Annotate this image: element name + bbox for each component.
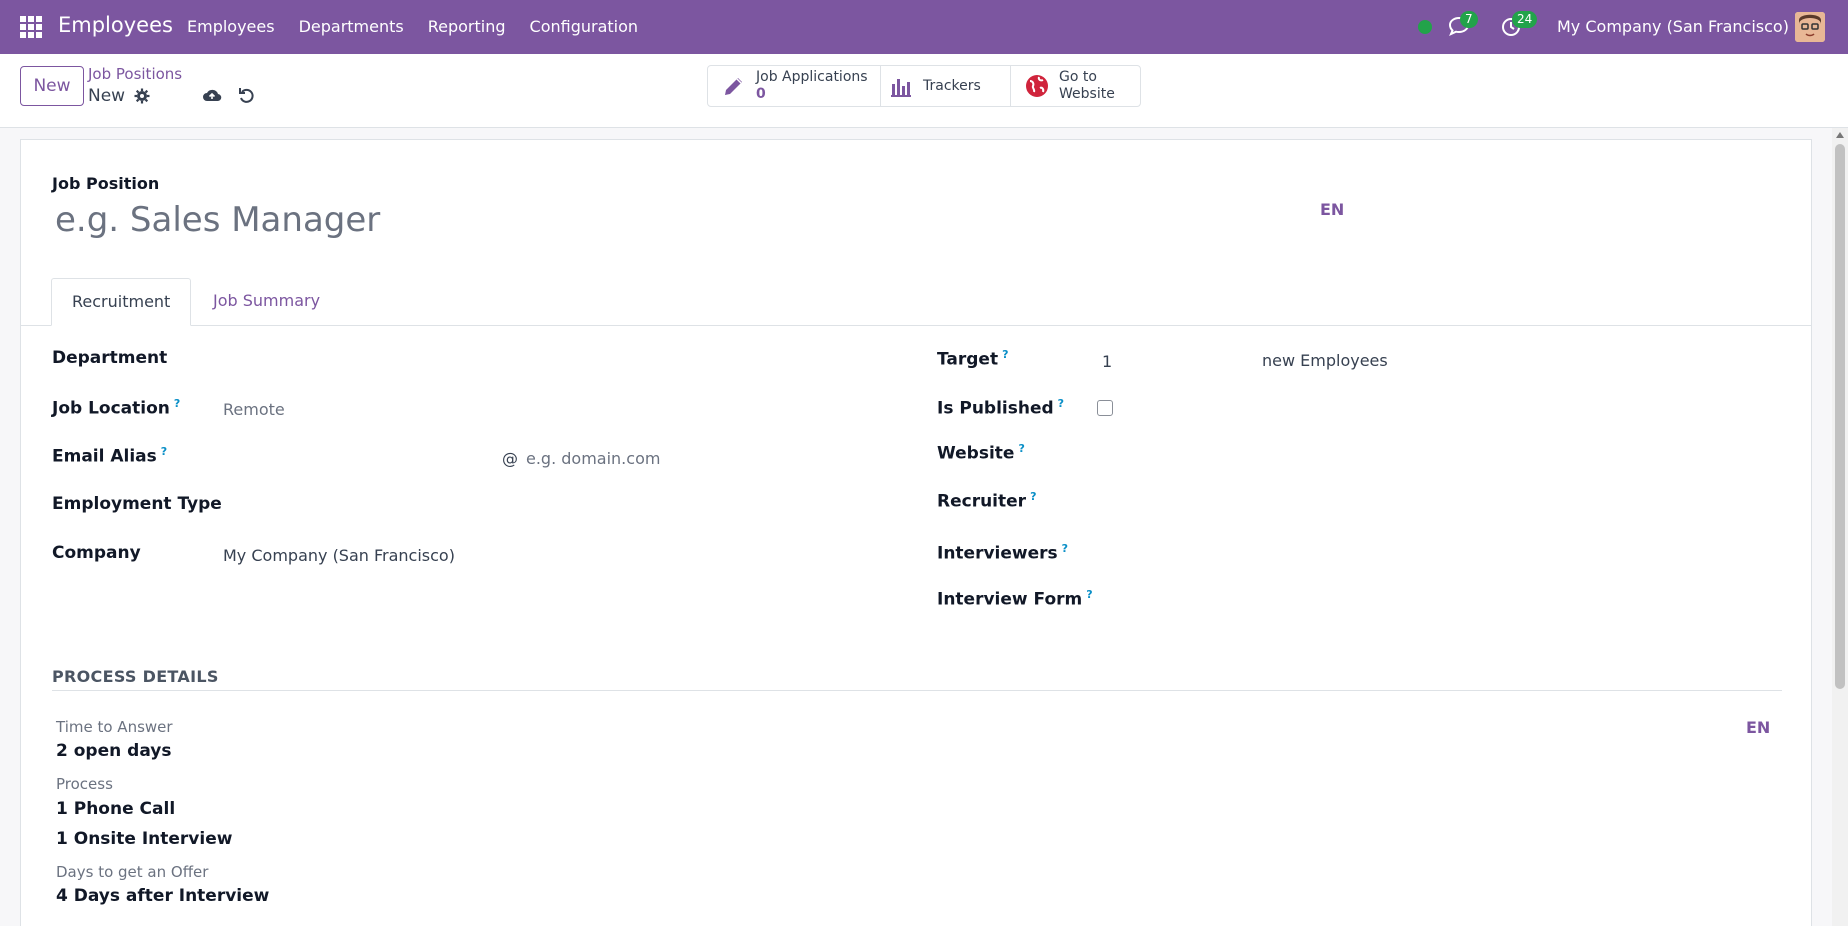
- job-position-label: Job Position: [52, 174, 160, 193]
- breadcrumb-job-positions[interactable]: Job Positions: [88, 65, 182, 83]
- job-location-label: Job Location: [52, 398, 170, 419]
- globe-icon: [1026, 75, 1048, 97]
- translate-button[interactable]: EN: [1320, 200, 1344, 219]
- messages-badge: 7: [1460, 11, 1478, 28]
- app-brand[interactable]: Employees: [58, 13, 173, 37]
- apps-grid-icon[interactable]: [20, 16, 44, 38]
- company-field[interactable]: My Company (San Francisco): [223, 546, 455, 565]
- job-location-input[interactable]: Remote: [223, 400, 285, 419]
- interviewers-label: Interviewers: [937, 543, 1058, 564]
- job-location-help-icon[interactable]: ?: [174, 397, 180, 410]
- top-navbar: Employees Employees Departments Reportin…: [0, 0, 1848, 54]
- interview-form-field-label: Interview Form?: [937, 588, 1093, 610]
- is-published-label: Is Published: [937, 398, 1054, 419]
- tab-recruitment[interactable]: Recruitment: [51, 278, 191, 326]
- scrollbar-thumb[interactable]: [1835, 144, 1845, 689]
- company-label: Company: [52, 543, 141, 563]
- presence-status-icon[interactable]: [1418, 20, 1432, 34]
- email-alias-help-icon[interactable]: ?: [161, 445, 167, 458]
- job-applications-button[interactable]: Job Applications 0: [707, 65, 881, 107]
- main-menu: Employees Departments Reporting Configur…: [187, 17, 662, 36]
- breadcrumb-current: New: [88, 86, 126, 106]
- job-applications-label: Job Applications: [756, 69, 868, 85]
- time-to-answer-label: Time to Answer: [56, 718, 173, 736]
- target-input[interactable]: 1: [1102, 352, 1112, 371]
- interviewers-field[interactable]: [1097, 540, 1757, 566]
- target-help-icon[interactable]: ?: [1002, 348, 1008, 361]
- email-at-sign: @: [502, 449, 518, 468]
- department-label: Department: [52, 348, 168, 368]
- menu-item-employees[interactable]: Employees: [187, 17, 275, 36]
- is-published-help-icon[interactable]: ?: [1058, 397, 1064, 410]
- employment-type-label: Employment Type: [52, 494, 222, 514]
- go-to-website-line2: Website: [1059, 86, 1115, 102]
- website-label: Website: [937, 443, 1015, 464]
- control-panel: New Job Positions New Job Applications 0: [0, 54, 1848, 128]
- process-label: Process: [56, 775, 113, 793]
- interview-form-label: Interview Form: [937, 589, 1083, 610]
- company-switcher[interactable]: My Company (San Francisco): [1557, 17, 1789, 36]
- job-name-input[interactable]: [55, 198, 1255, 242]
- menu-item-reporting[interactable]: Reporting: [428, 17, 506, 36]
- go-to-website-button[interactable]: Go to Website: [1010, 65, 1141, 107]
- time-to-answer-value: 2 open days: [56, 741, 172, 761]
- save-cloud-icon[interactable]: [202, 86, 222, 104]
- target-suffix: new Employees: [1262, 351, 1388, 370]
- menu-item-departments[interactable]: Departments: [299, 17, 404, 36]
- scroll-up-arrow-icon[interactable]: [1836, 132, 1844, 138]
- interview-form-help-icon[interactable]: ?: [1086, 588, 1092, 601]
- pencil-icon: [725, 78, 742, 95]
- page-scrollbar[interactable]: [1832, 128, 1848, 926]
- go-to-website-line1: Go to: [1059, 69, 1097, 85]
- discard-undo-icon[interactable]: [238, 86, 256, 104]
- section-divider: [52, 690, 1782, 691]
- days-offer-label: Days to get an Offer: [56, 863, 209, 881]
- department-field[interactable]: [223, 346, 883, 372]
- job-applications-count: 0: [756, 86, 766, 102]
- email-domain-input[interactable]: e.g. domain.com: [526, 449, 660, 468]
- process-step-phone-call: 1 Phone Call: [56, 799, 176, 819]
- menu-item-configuration[interactable]: Configuration: [530, 17, 639, 36]
- gear-icon[interactable]: [134, 88, 150, 104]
- job-location-field-label: Job Location?: [52, 397, 180, 419]
- form-sheet: Job Position EN Recruitment Job Summary …: [20, 139, 1812, 926]
- recruiter-field-label: Recruiter?: [937, 490, 1036, 512]
- process-details-title: PROCESS DETAILS: [52, 667, 219, 686]
- is-published-field-label: Is Published?: [937, 397, 1064, 419]
- bar-chart-icon: [891, 79, 911, 97]
- user-avatar[interactable]: [1795, 12, 1825, 42]
- website-help-icon[interactable]: ?: [1018, 442, 1024, 455]
- recruiter-field[interactable]: [1097, 488, 1757, 514]
- process-translate-button[interactable]: EN: [1746, 718, 1770, 737]
- activities-badge: 24: [1512, 11, 1538, 28]
- trackers-button[interactable]: Trackers: [880, 65, 1011, 107]
- website-field-label: Website?: [937, 442, 1025, 464]
- website-field[interactable]: [1097, 440, 1757, 466]
- days-offer-value: 4 Days after Interview: [56, 886, 270, 906]
- email-alias-input[interactable]: [223, 446, 503, 472]
- form-tabs: Recruitment Job Summary: [21, 278, 1811, 326]
- new-button[interactable]: New: [20, 66, 84, 106]
- interviewers-help-icon[interactable]: ?: [1062, 542, 1068, 555]
- interviewers-field-label: Interviewers?: [937, 542, 1068, 564]
- target-label: Target: [937, 349, 999, 370]
- recruiter-label: Recruiter: [937, 491, 1027, 512]
- recruiter-help-icon[interactable]: ?: [1030, 490, 1036, 503]
- target-field-label: Target?: [937, 348, 1008, 370]
- is-published-checkbox[interactable]: [1097, 400, 1113, 416]
- email-alias-label: Email Alias: [52, 446, 157, 467]
- tab-job-summary[interactable]: Job Summary: [193, 278, 340, 326]
- interview-form-field[interactable]: [1097, 586, 1757, 612]
- trackers-label: Trackers: [923, 78, 981, 94]
- process-step-onsite-interview: 1 Onsite Interview: [56, 829, 233, 849]
- employment-type-field[interactable]: [223, 492, 883, 518]
- email-alias-field-label: Email Alias?: [52, 445, 167, 467]
